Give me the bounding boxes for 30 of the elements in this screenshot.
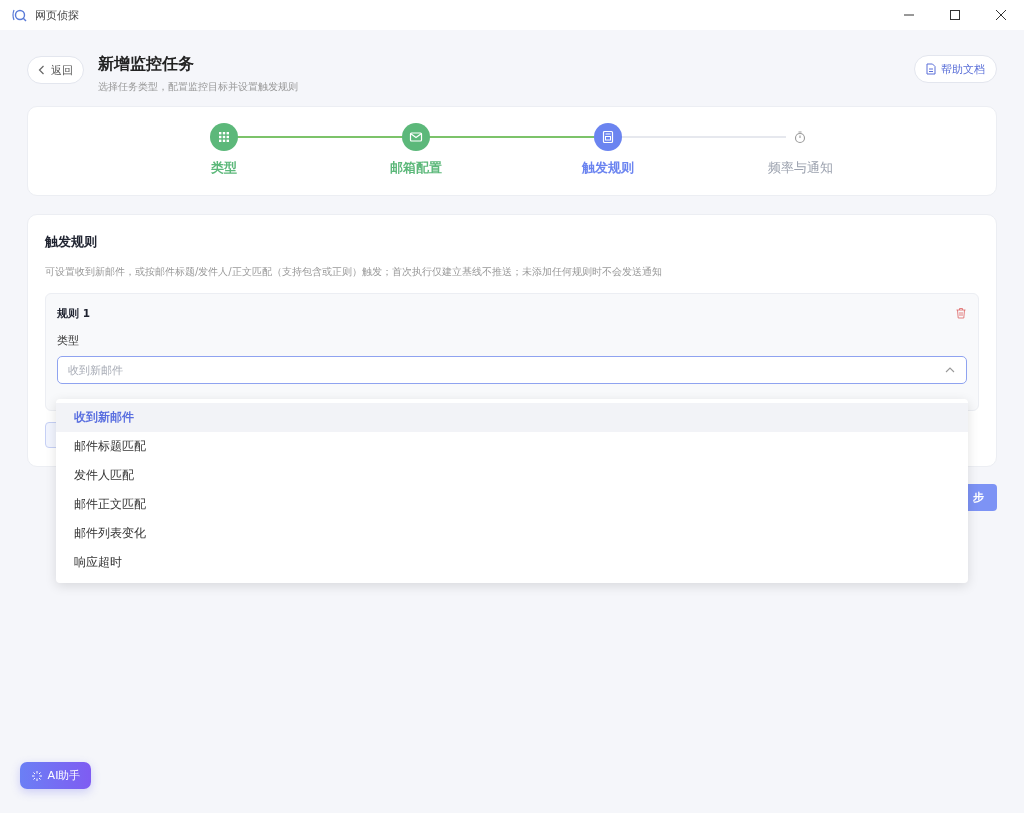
document-icon (926, 63, 936, 75)
help-docs-button[interactable]: 帮助文档 (914, 55, 997, 83)
field-label: 类型 (57, 333, 80, 348)
section-description: 可设置收到新邮件，或按邮件标题/发件人/正文匹配（支持包含或正则）触发；首次执行仅建立基线不推送；未添加任何规则时不会发送通知 (45, 265, 663, 279)
rule-title: 规则 1 (57, 307, 90, 321)
step-label[interactable]: 邮箱配置 (390, 159, 442, 177)
page-subtitle: 选择任务类型，配置监控目标并设置触发规则 (98, 81, 298, 94)
dropdown-option[interactable]: 收到新邮件 (56, 403, 968, 432)
trash-icon[interactable] (955, 307, 967, 319)
envelope-icon (408, 129, 424, 145)
back-button[interactable]: 返回 (27, 56, 84, 84)
section-title: 触发规则 (45, 233, 98, 251)
grid-icon (216, 129, 232, 145)
page-title: 新增监控任务 (98, 54, 195, 75)
window-title: 网页侦探 (35, 7, 79, 23)
dropdown-option[interactable]: 邮件标题匹配 (56, 432, 968, 461)
step-label[interactable]: 频率与通知 (767, 159, 833, 177)
step-label[interactable]: 类型 (211, 159, 237, 177)
step-label[interactable]: 触发规则 (582, 159, 634, 177)
document-icon (600, 129, 616, 145)
chevron-left-icon (38, 65, 45, 75)
stopwatch-icon (792, 129, 808, 145)
maximize-icon (950, 10, 960, 20)
dropdown-option[interactable]: 响应超时 (56, 548, 968, 577)
sparkle-icon (30, 769, 43, 782)
dropdown-option[interactable]: 邮件列表变化 (56, 519, 968, 548)
type-select[interactable]: 收到新邮件 (57, 356, 967, 384)
close-icon (996, 10, 1006, 20)
app-logo-icon (11, 7, 27, 23)
ai-assistant-button[interactable]: AI助手 (20, 762, 91, 789)
